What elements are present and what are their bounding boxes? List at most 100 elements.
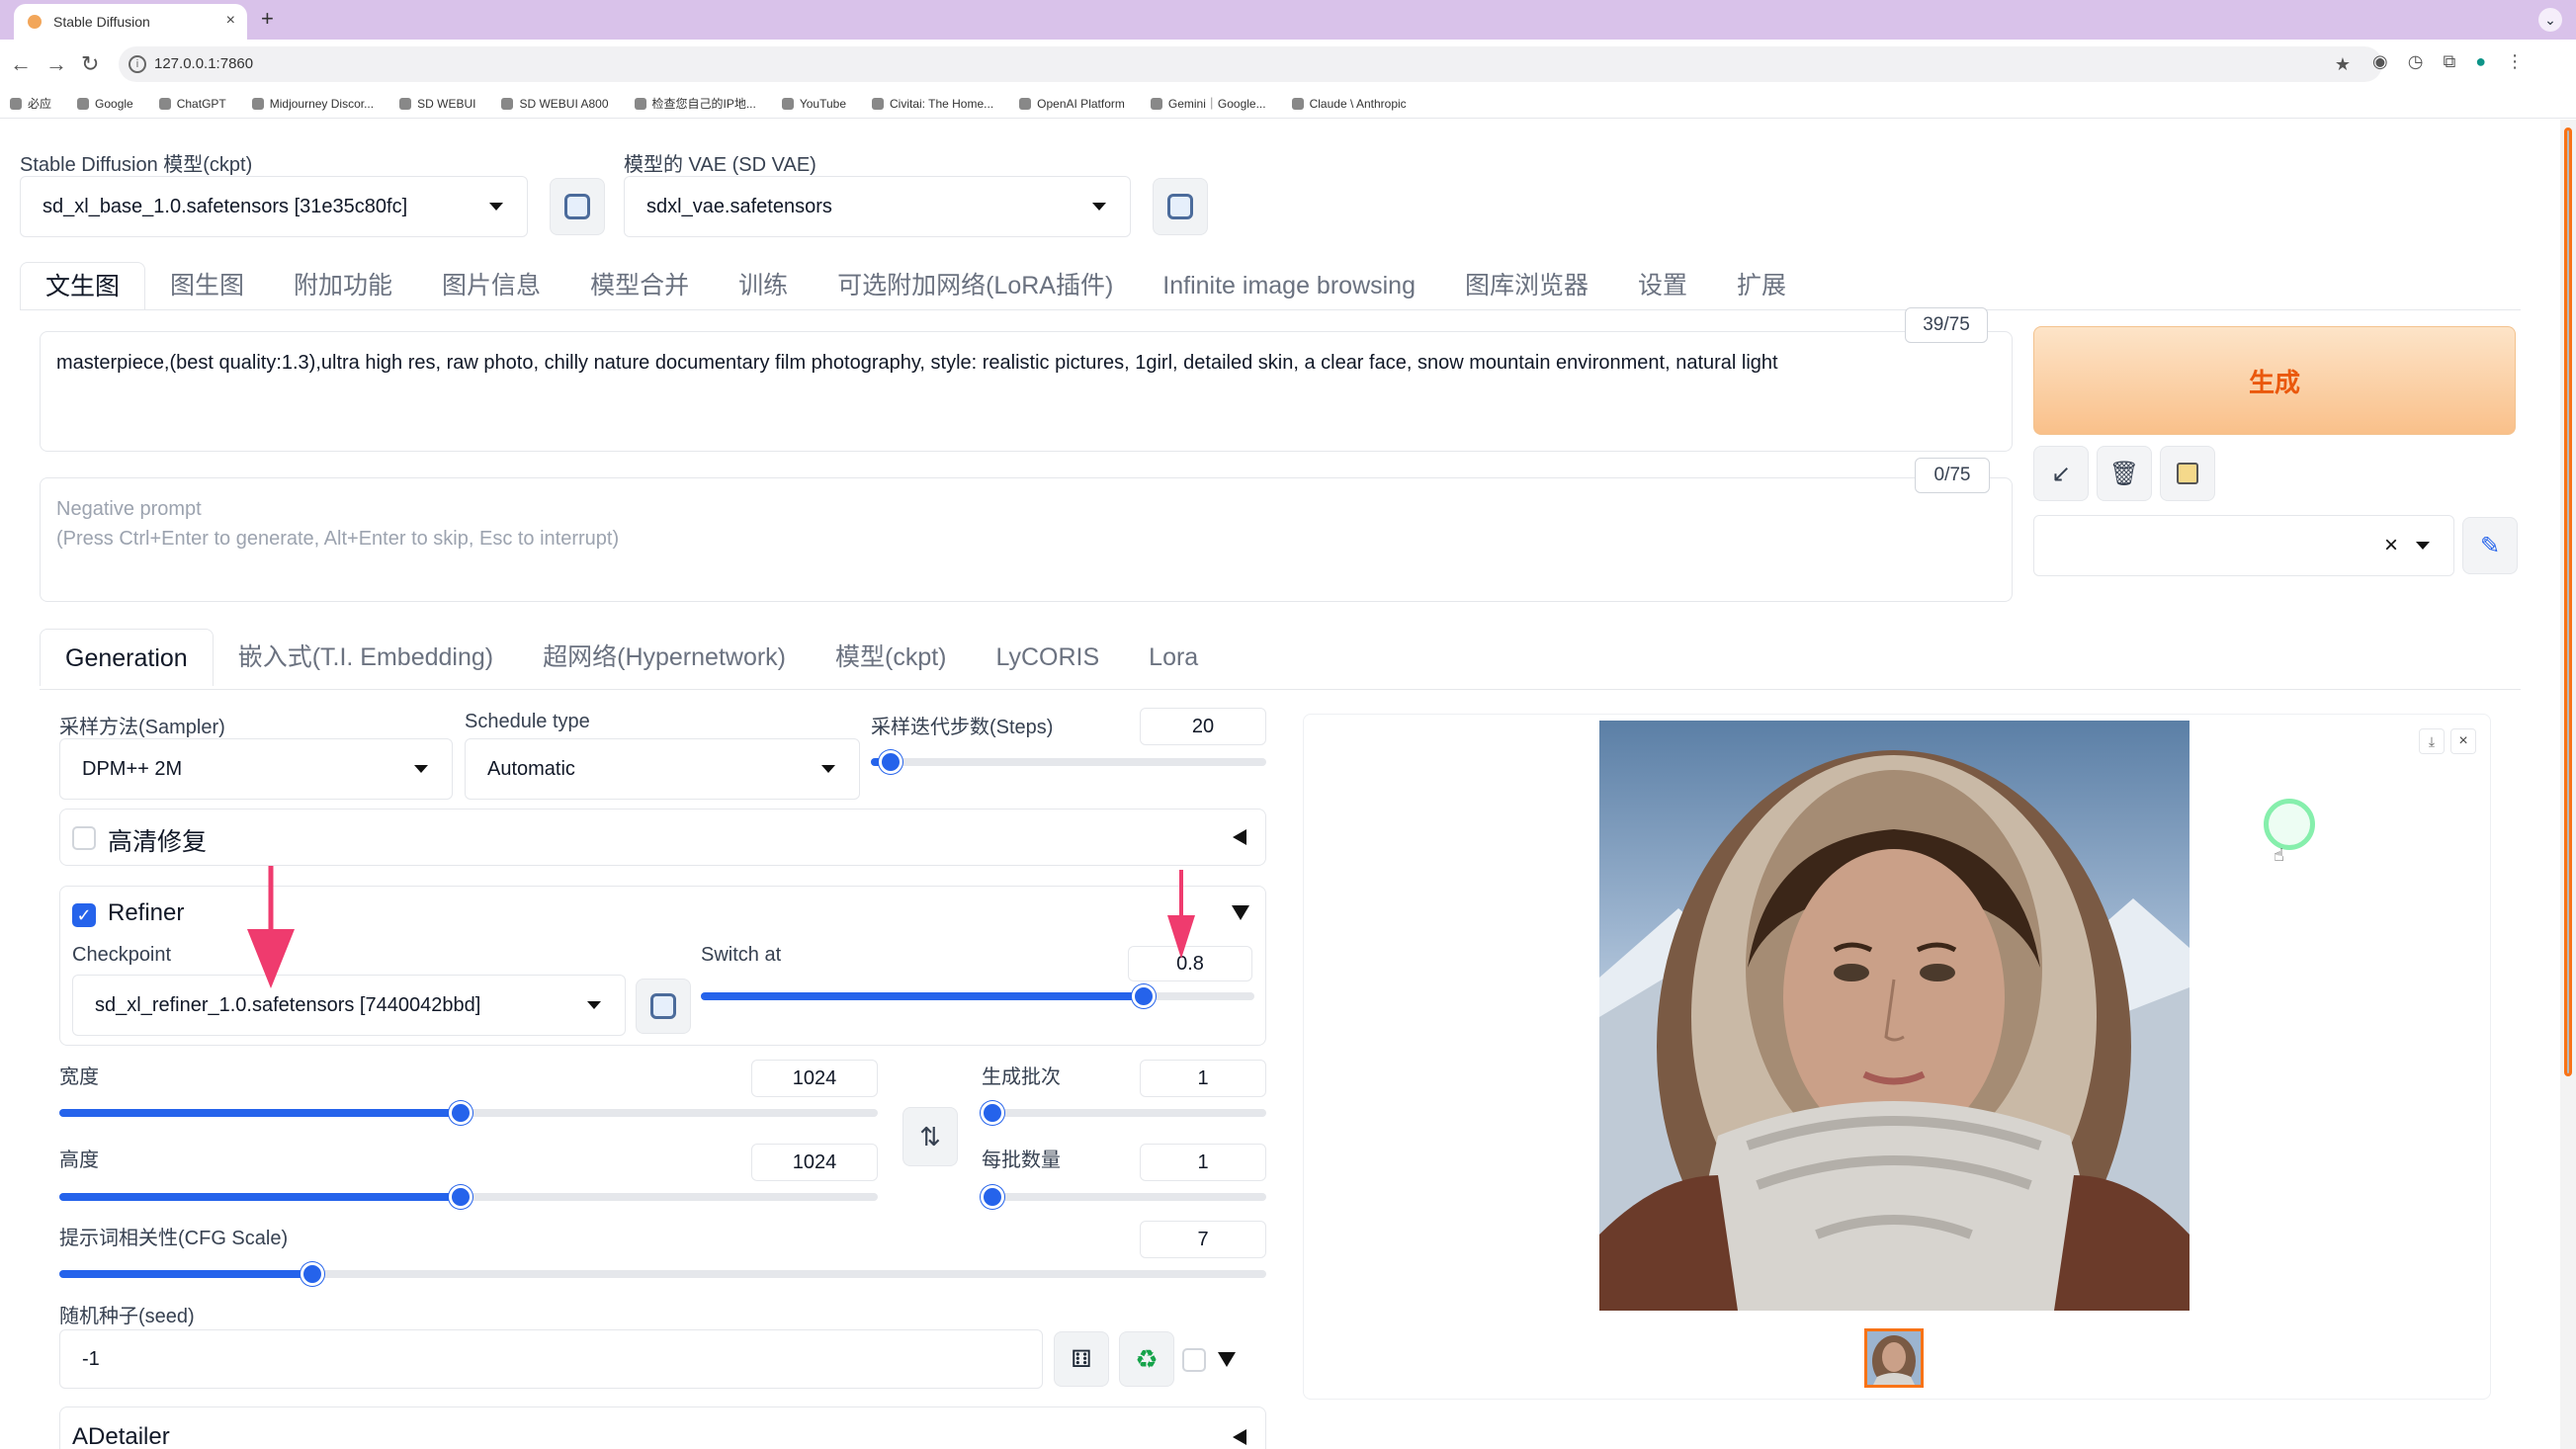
ckpt-refresh-button[interactable]	[550, 178, 605, 235]
expand-down-icon[interactable]	[1232, 905, 1249, 920]
swap-dimensions-button[interactable]: ⇅	[902, 1107, 958, 1166]
schedule-select[interactable]: Automatic	[465, 738, 860, 800]
bookmark-item[interactable]: ChatGPT	[158, 97, 226, 111]
height-slider-handle[interactable]	[448, 1185, 472, 1209]
hires-fix-checkbox[interactable]	[72, 826, 96, 850]
site-info-icon[interactable]: i	[129, 55, 146, 73]
url-field[interactable]: i 127.0.0.1:7860 ★	[119, 46, 2382, 82]
back-icon[interactable]: ←	[10, 51, 32, 77]
main-tab[interactable]: 文生图	[20, 262, 146, 309]
new-tab-button[interactable]: +	[261, 6, 274, 32]
batch-size-slider[interactable]	[981, 1185, 1266, 1209]
ckpt-select[interactable]: sd_xl_base_1.0.safetensors [31e35c80fc]	[20, 176, 528, 237]
extra-networks-button[interactable]	[2160, 446, 2215, 501]
generate-button[interactable]: 生成	[2033, 326, 2516, 435]
scrollbar-thumb[interactable]	[2564, 128, 2572, 1076]
generated-image[interactable]	[1599, 721, 2190, 1311]
width-slider-handle[interactable]	[448, 1101, 472, 1125]
refiner-refresh-button[interactable]	[636, 979, 691, 1034]
history-icon[interactable]: ◷	[2408, 51, 2424, 72]
gallery-thumbnail[interactable]	[1864, 1328, 1924, 1388]
bookmark-item[interactable]: Claude \ Anthropic	[1291, 97, 1407, 111]
close-icon[interactable]: ×	[2450, 728, 2476, 754]
expand-down-icon[interactable]	[1218, 1352, 1236, 1367]
bookmark-item[interactable]: Gemini｜Google...	[1150, 95, 1266, 112]
clear-styles-icon[interactable]: ×	[2384, 532, 2398, 559]
height-slider[interactable]	[59, 1185, 878, 1209]
main-tab[interactable]: 设置	[1613, 262, 1712, 309]
height-input[interactable]: 1024	[751, 1144, 878, 1181]
hires-fix-panel[interactable]: 高清修复	[59, 809, 1266, 866]
page-scrollbar[interactable]	[2560, 120, 2576, 1449]
steps-input[interactable]: 20	[1140, 708, 1266, 745]
steps-slider-handle[interactable]	[879, 750, 902, 774]
batch-size-slider-handle[interactable]	[981, 1185, 1004, 1209]
close-tab-icon[interactable]: ×	[226, 12, 235, 30]
sub-tab[interactable]: Lora	[1124, 629, 1223, 686]
bookmark-item[interactable]: Civitai: The Home...	[872, 97, 993, 111]
main-tab[interactable]: 训练	[714, 262, 813, 309]
batch-count-slider-handle[interactable]	[981, 1101, 1004, 1125]
vae-select[interactable]: sdxl_vae.safetensors	[624, 176, 1131, 237]
width-input[interactable]: 1024	[751, 1060, 878, 1097]
main-tab[interactable]: 附加功能	[269, 262, 417, 309]
seed-input[interactable]: -1	[59, 1329, 1043, 1389]
collapse-left-icon[interactable]	[1233, 1429, 1246, 1445]
main-tab[interactable]: Infinite image browsing	[1138, 262, 1440, 309]
collapse-left-icon[interactable]	[1233, 829, 1246, 845]
cfg-slider[interactable]	[59, 1262, 1266, 1286]
sub-tab[interactable]: 嵌入式(T.I. Embedding)	[214, 629, 518, 686]
refiner-checkpoint-select[interactable]: sd_xl_refiner_1.0.safetensors [7440042bb…	[72, 975, 626, 1036]
bookmark-item[interactable]: OpenAI Platform	[1019, 97, 1125, 111]
main-tab[interactable]: 可选附加网络(LoRA插件)	[813, 262, 1138, 309]
profile-avatar-icon[interactable]: ●	[2475, 51, 2486, 72]
steps-slider[interactable]	[871, 750, 1266, 774]
reuse-seed-button[interactable]: ♻	[1119, 1331, 1174, 1387]
sub-tab[interactable]: 模型(ckpt)	[811, 629, 972, 686]
browser-tab[interactable]: Stable Diffusion ×	[14, 4, 247, 40]
adetailer-panel[interactable]: ADetailer	[59, 1406, 1266, 1449]
main-tab[interactable]: 图库浏览器	[1440, 262, 1613, 309]
clear-prompt-button[interactable]: 🗑	[2097, 446, 2152, 501]
edit-styles-button[interactable]: ✎	[2462, 517, 2518, 574]
extra-seed-checkbox[interactable]	[1182, 1348, 1206, 1372]
extension-icon[interactable]: ◉	[2372, 51, 2388, 72]
forward-icon[interactable]: →	[45, 51, 67, 77]
read-params-button[interactable]: ↙	[2033, 446, 2089, 501]
bookmark-item[interactable]: Google	[77, 97, 133, 111]
puzzle-icon[interactable]: ⧉	[2443, 51, 2455, 72]
width-slider[interactable]	[59, 1101, 878, 1125]
sub-tab[interactable]: 超网络(Hypernetwork)	[518, 629, 811, 686]
tab-menu-icon[interactable]: ⌄	[2538, 8, 2562, 32]
batch-size-input[interactable]: 1	[1140, 1144, 1266, 1181]
switch-at-slider[interactable]	[701, 984, 1254, 1008]
bookmark-item[interactable]: 检查您自己的IP地...	[634, 95, 756, 112]
browser-menu-icon[interactable]: ⋮	[2506, 51, 2524, 72]
sub-tab[interactable]: LyCORIS	[972, 629, 1125, 686]
main-tab[interactable]: 模型合并	[565, 262, 714, 309]
random-seed-button[interactable]: ⚅	[1054, 1331, 1109, 1387]
refiner-checkbox[interactable]: ✓	[72, 903, 96, 927]
bookmark-item[interactable]: YouTube	[781, 97, 846, 111]
bookmark-item[interactable]: SD WEBUI A800	[501, 97, 609, 111]
negative-prompt-textarea[interactable]: Negative prompt (Press Ctrl+Enter to gen…	[40, 477, 2013, 602]
batch-count-input[interactable]: 1	[1140, 1060, 1266, 1097]
download-icon[interactable]: ⤓	[2419, 728, 2445, 754]
bookmark-star-icon[interactable]: ★	[2335, 46, 2366, 82]
reload-icon[interactable]: ↻	[81, 51, 99, 77]
main-tab[interactable]: 图片信息	[417, 262, 565, 309]
batch-count-slider[interactable]	[981, 1101, 1266, 1125]
main-tab[interactable]: 扩展	[1712, 262, 1811, 309]
sampler-select[interactable]: DPM++ 2M	[59, 738, 453, 800]
bookmark-item[interactable]: 必应	[10, 95, 51, 112]
bookmark-item[interactable]: SD WEBUI	[399, 97, 475, 111]
vae-refresh-button[interactable]	[1153, 178, 1208, 235]
styles-select[interactable]: ×	[2033, 515, 2454, 576]
main-tab[interactable]: 图生图	[145, 262, 269, 309]
bookmark-favicon-icon	[399, 97, 412, 110]
sub-tab[interactable]: Generation	[40, 629, 214, 686]
cfg-input[interactable]: 7	[1140, 1221, 1266, 1258]
switch-at-slider-handle[interactable]	[1132, 984, 1156, 1008]
prompt-textarea[interactable]: masterpiece,(best quality:1.3),ultra hig…	[40, 331, 2013, 452]
bookmark-item[interactable]: Midjourney Discor...	[251, 97, 374, 111]
